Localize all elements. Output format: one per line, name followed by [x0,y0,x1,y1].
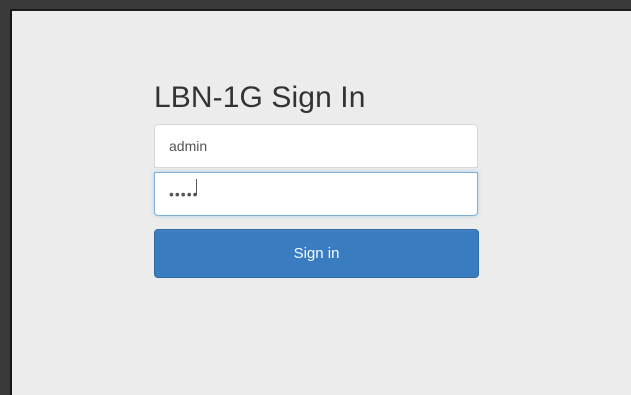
sign-in-screen: LBN-1G Sign In Sign in [10,9,631,395]
sign-in-panel: LBN-1G Sign In Sign in [154,81,480,278]
sign-in-button[interactable]: Sign in [154,229,479,278]
page-title: LBN-1G Sign In [154,81,366,114]
username-input[interactable] [154,124,478,168]
window-frame: LBN-1G Sign In Sign in [0,0,631,395]
password-input[interactable] [154,172,478,216]
text-cursor [196,179,197,195]
